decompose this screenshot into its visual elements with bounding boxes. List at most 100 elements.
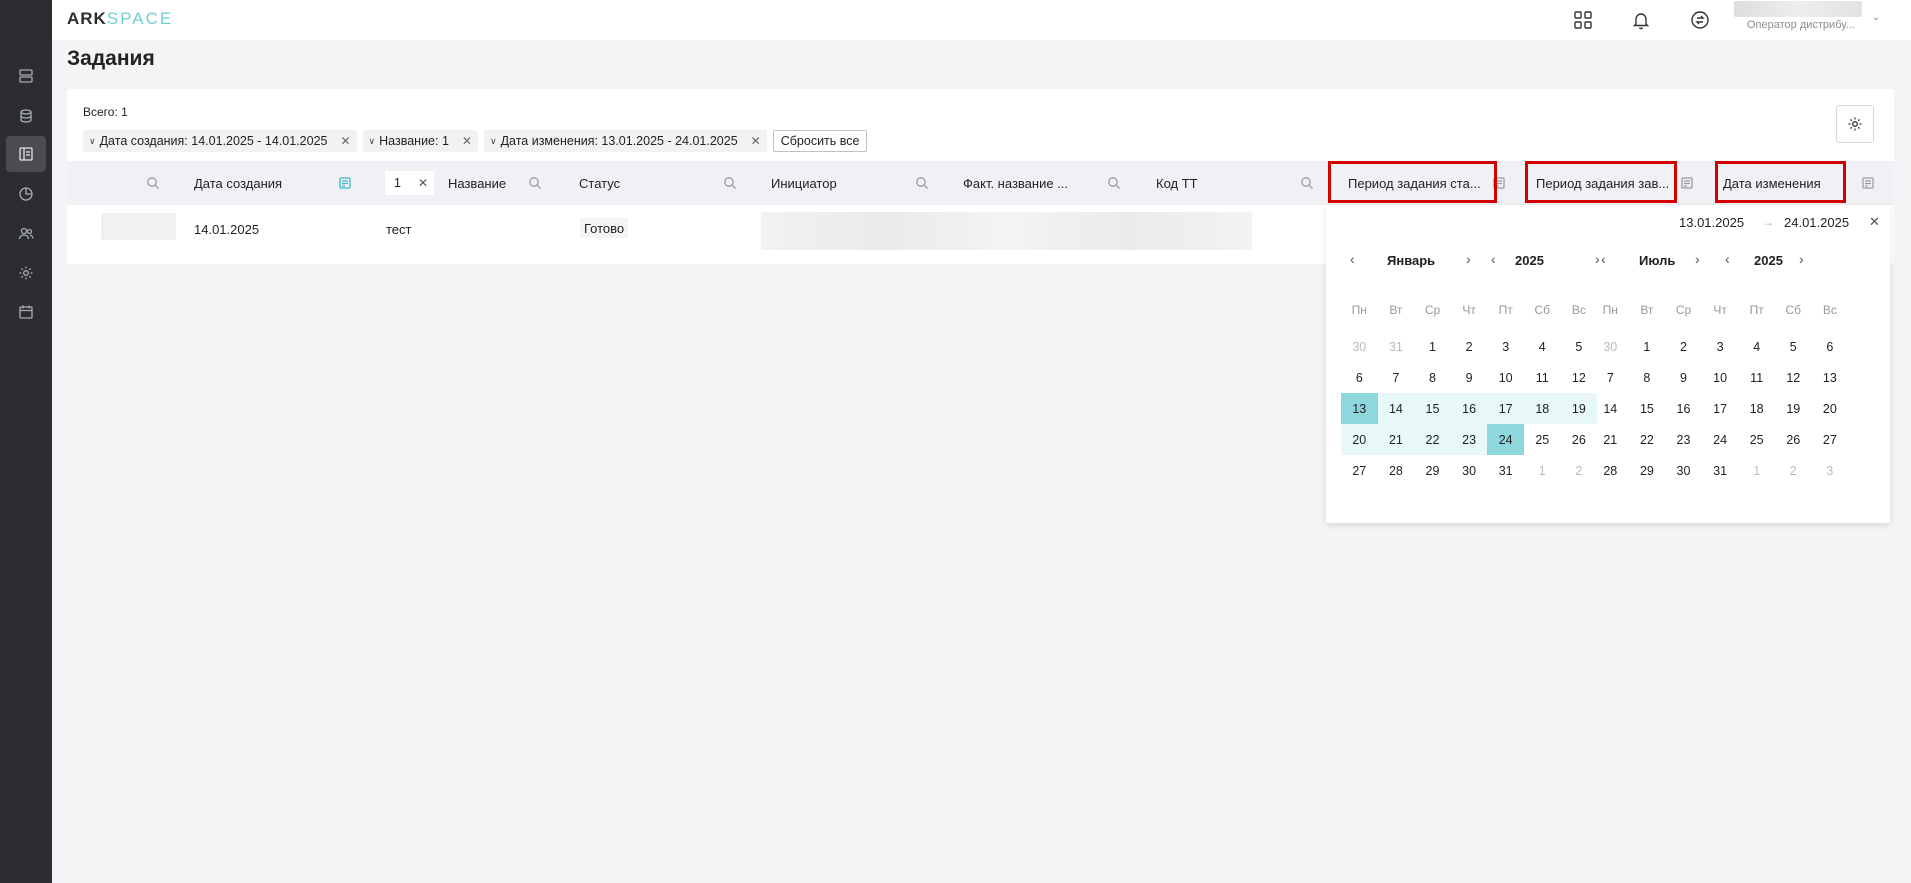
next-month-icon[interactable]: › [1466, 251, 1471, 267]
calendar-filter-icon[interactable] [1678, 174, 1696, 192]
calendar-day[interactable]: 3 [1487, 331, 1524, 362]
search-icon[interactable] [144, 174, 162, 192]
user-name-redacted[interactable] [1734, 1, 1862, 17]
calendar-day[interactable]: 13 [1812, 362, 1849, 393]
column-header-period-end[interactable]: Период задания зав... [1536, 161, 1669, 205]
calendar-day[interactable]: 10 [1702, 362, 1739, 393]
user-role[interactable]: Оператор дистрибу... [1747, 19, 1855, 31]
calendar-day[interactable]: 13 [1341, 393, 1378, 424]
currency-exchange-icon[interactable] [1688, 8, 1712, 32]
range-end-input[interactable]: 24.01.2025 [1784, 215, 1849, 230]
calendar-day[interactable]: 14 [1592, 393, 1629, 424]
calendar-filter-icon[interactable] [1859, 174, 1877, 192]
calendar-day[interactable]: 16 [1450, 393, 1488, 424]
column-header-tt-code[interactable]: Код ТТ [1156, 161, 1198, 205]
filter-chip-name[interactable]: ∨ Название: 1 ✕ [362, 130, 478, 152]
calendar-day[interactable]: 30 [1665, 455, 1702, 486]
range-start-input[interactable]: 13.01.2025 [1679, 215, 1744, 230]
calendar-day[interactable]: 29 [1414, 455, 1451, 486]
chevron-down-icon[interactable]: ∨ [490, 136, 497, 147]
calendar-day[interactable]: 30 [1341, 331, 1378, 362]
calendar-day[interactable]: 1 [1738, 455, 1775, 486]
search-icon[interactable] [1105, 174, 1123, 192]
calendar-day[interactable]: 15 [1629, 393, 1666, 424]
column-header-status[interactable]: Статус [579, 161, 620, 205]
calendar-day[interactable]: 14 [1377, 393, 1415, 424]
calendar-day[interactable]: 9 [1665, 362, 1702, 393]
search-icon[interactable] [721, 174, 739, 192]
calendar-day[interactable]: 20 [1341, 424, 1378, 455]
pie-chart-icon[interactable] [14, 182, 38, 206]
calendar-day[interactable]: 21 [1592, 424, 1629, 455]
column-header-name[interactable]: Название [448, 161, 506, 205]
close-icon[interactable]: ✕ [751, 134, 761, 148]
year-label[interactable]: 2025 [1754, 253, 1783, 268]
calendar-day[interactable]: 24 [1487, 424, 1524, 455]
table-settings-button[interactable] [1836, 105, 1874, 143]
calendar-day[interactable]: 28 [1592, 455, 1629, 486]
calendar-day[interactable]: 11 [1738, 362, 1775, 393]
close-icon[interactable]: ✕ [418, 176, 428, 190]
column-header-initiator[interactable]: Инициатор [771, 161, 837, 205]
calendar-filter-icon[interactable] [336, 174, 354, 192]
apps-grid-icon[interactable] [1571, 8, 1595, 32]
filter-chip-modified[interactable]: ∨ Дата изменения: 13.01.2025 - 24.01.202… [483, 130, 767, 152]
calendar-day[interactable]: 3 [1812, 455, 1849, 486]
calendar-day[interactable]: 8 [1414, 362, 1451, 393]
search-icon[interactable] [526, 174, 544, 192]
database-icon[interactable] [14, 104, 38, 128]
column-header-modified[interactable]: Дата изменения [1723, 161, 1821, 205]
calendar-day[interactable]: 31 [1378, 331, 1415, 362]
calendar-day[interactable]: 27 [1341, 455, 1378, 486]
calendar-day[interactable]: 21 [1377, 424, 1415, 455]
name-filter-input[interactable]: 1 ✕ [385, 171, 434, 195]
calendar-day[interactable]: 30 [1592, 331, 1629, 362]
calendar-day[interactable]: 9 [1451, 362, 1488, 393]
year-label[interactable]: 2025 [1515, 253, 1544, 268]
close-icon[interactable]: ✕ [1869, 214, 1880, 230]
calendar-day[interactable]: 15 [1414, 393, 1451, 424]
calendar-day[interactable]: 22 [1629, 424, 1666, 455]
column-header-period-start[interactable]: Период задания ста... [1348, 161, 1481, 205]
chevron-down-icon[interactable]: ∨ [369, 136, 376, 147]
calendar-day[interactable]: 23 [1665, 424, 1702, 455]
month-label[interactable]: Январь [1387, 253, 1435, 268]
close-icon[interactable]: ✕ [340, 134, 350, 148]
logo[interactable]: ARKSPACE [67, 9, 173, 29]
calendar-day[interactable]: 20 [1812, 393, 1849, 424]
filter-chip-created[interactable]: ∨ Дата создания: 14.01.2025 - 14.01.2025… [83, 130, 357, 152]
calendar-day[interactable]: 1 [1414, 331, 1451, 362]
next-month-icon[interactable]: › [1695, 251, 1700, 267]
gear-icon[interactable] [14, 261, 38, 285]
calendar-day[interactable]: 1 [1524, 455, 1561, 486]
calendar-day[interactable]: 7 [1378, 362, 1415, 393]
calendar-day[interactable]: 4 [1524, 331, 1561, 362]
prev-month-icon[interactable]: ‹ [1601, 251, 1606, 267]
calendar-filter-icon[interactable] [1490, 174, 1508, 192]
chevron-down-icon[interactable]: ∨ [89, 136, 96, 147]
calendar-day[interactable]: 28 [1378, 455, 1415, 486]
calendar-day[interactable]: 18 [1738, 393, 1775, 424]
calendar-day[interactable]: 17 [1702, 393, 1739, 424]
tasks-icon[interactable] [6, 136, 46, 172]
calendar-day[interactable]: 26 [1775, 424, 1812, 455]
users-icon[interactable] [14, 222, 38, 246]
prev-year-icon[interactable]: ‹ [1725, 251, 1730, 267]
calendar-day[interactable]: 27 [1812, 424, 1849, 455]
calendar-day[interactable]: 22 [1414, 424, 1451, 455]
prev-month-icon[interactable]: ‹ [1350, 251, 1355, 267]
calendar-day[interactable]: 11 [1524, 362, 1561, 393]
calendar-day[interactable]: 31 [1702, 455, 1739, 486]
calendar-day[interactable]: 6 [1341, 362, 1378, 393]
calendar-day[interactable]: 10 [1487, 362, 1524, 393]
calendar-day[interactable]: 23 [1450, 424, 1488, 455]
calendar-day[interactable]: 2 [1451, 331, 1488, 362]
bell-icon[interactable] [1629, 8, 1653, 32]
search-icon[interactable] [1298, 174, 1316, 192]
calendar-day[interactable]: 4 [1738, 331, 1775, 362]
column-header-created[interactable]: Дата создания [194, 161, 282, 205]
prev-year-icon[interactable]: ‹ [1491, 251, 1496, 267]
calendar-day[interactable]: 25 [1524, 424, 1561, 455]
column-header-fact-name[interactable]: Факт. название ... [963, 161, 1068, 205]
calendar-day[interactable]: 6 [1812, 331, 1849, 362]
